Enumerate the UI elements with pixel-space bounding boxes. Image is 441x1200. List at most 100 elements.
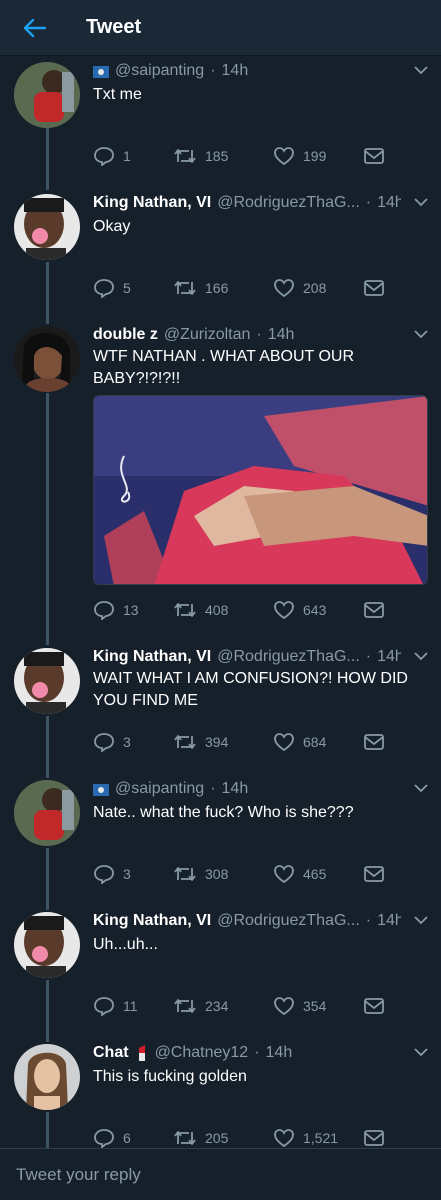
tweet-handle[interactable]: @Chatney12 (155, 1044, 249, 1062)
tweet-handle[interactable]: @RodriguezThaG... (217, 648, 360, 666)
tweet-text: Okay (93, 218, 131, 235)
tweet-author-name[interactable]: double z (93, 326, 158, 344)
reply-icon (94, 601, 114, 620)
tweet[interactable]: King Nathan, VI @RodriguezThaG... · 14h … (0, 192, 441, 317)
reply-button[interactable]: 11 (93, 996, 138, 1016)
tweet-text: Txt me (93, 86, 142, 103)
tweet[interactable]: King Nathan, VI @RodriguezThaG... · 14h … (0, 646, 441, 774)
like-button[interactable]: 684 (273, 732, 326, 752)
dm-button[interactable] (363, 147, 385, 165)
reply-count: 13 (123, 602, 139, 618)
retweet-count: 408 (205, 602, 229, 618)
flag-icon (93, 783, 109, 796)
retweet-button[interactable]: 166 (173, 279, 228, 297)
like-button[interactable]: 208 (273, 278, 326, 298)
retweet-button[interactable]: 308 (173, 865, 228, 883)
tweet[interactable]: Chat @Chatney12 · 14h This is fucking go… (0, 1042, 441, 1148)
tweet-photo[interactable] (93, 395, 428, 585)
dm-button[interactable] (363, 997, 385, 1015)
avatar[interactable] (14, 912, 80, 978)
tweet-author-name[interactable]: King Nathan, VI (93, 912, 211, 930)
heart-icon (274, 601, 294, 620)
tweet-actions: 6 205 1,521 (93, 1126, 393, 1148)
retweet-count: 308 (205, 866, 229, 882)
reply-button[interactable]: 6 (93, 1128, 131, 1148)
dm-button[interactable] (363, 865, 385, 883)
chevron-down-icon[interactable] (413, 64, 429, 76)
like-button[interactable]: 354 (273, 996, 326, 1016)
retweet-button[interactable]: 234 (173, 997, 228, 1015)
reply-icon (94, 147, 114, 166)
tweet[interactable]: @saipanting · 14h Txt me 1 185 199 (0, 60, 441, 185)
tweet[interactable]: @saipanting · 14h Nate.. what the fuck? … (0, 778, 441, 906)
like-count: 354 (303, 998, 327, 1014)
avatar[interactable] (14, 648, 80, 714)
retweet-button[interactable]: 185 (173, 147, 228, 165)
tweet-actions: 13 408 643 (93, 598, 393, 622)
envelope-icon (364, 734, 384, 750)
tweet-author-name[interactable]: Chat (93, 1044, 129, 1062)
avatar[interactable] (14, 326, 80, 392)
chevron-down-icon[interactable] (413, 1046, 429, 1058)
reply-count: 6 (123, 1130, 131, 1146)
arrow-left-icon (23, 18, 47, 37)
avatar[interactable] (14, 780, 80, 846)
page-title: Tweet (86, 16, 142, 38)
reply-button[interactable]: 3 (93, 864, 131, 884)
retweet-count: 166 (205, 280, 229, 296)
like-count: 684 (303, 734, 327, 750)
like-button[interactable]: 643 (273, 600, 326, 620)
chevron-down-icon[interactable] (413, 650, 429, 662)
reply-icon (94, 1129, 114, 1148)
like-count: 1,521 (303, 1130, 339, 1146)
reply-button[interactable]: 5 (93, 278, 131, 298)
avatar[interactable] (14, 62, 80, 128)
tweet[interactable]: King Nathan, VI @RodriguezThaG... · 14h … (0, 910, 441, 1038)
tweet-actions: 5 166 208 (93, 276, 393, 300)
tweet-handle[interactable]: @RodriguezThaG... (217, 912, 360, 930)
reply-input[interactable] (16, 1164, 396, 1185)
tweet-text: WTF NATHAN . WHAT ABOUT OUR BABY?!?!?!! (93, 348, 355, 387)
tweet-author-name[interactable]: King Nathan, VI (93, 648, 211, 666)
retweet-button[interactable]: 205 (173, 1129, 228, 1147)
dm-button[interactable] (363, 1129, 385, 1147)
like-button[interactable]: 199 (273, 146, 326, 166)
avatar[interactable] (14, 194, 80, 260)
like-button[interactable]: 1,521 (273, 1128, 338, 1148)
tweet-handle[interactable]: @saipanting (115, 780, 204, 798)
chevron-down-icon[interactable] (413, 782, 429, 794)
reply-count: 3 (123, 734, 131, 750)
reply-button[interactable]: 1 (93, 146, 131, 166)
dm-button[interactable] (363, 601, 385, 619)
reply-icon (94, 279, 114, 298)
tweet-author-name[interactable]: King Nathan, VI (93, 194, 211, 212)
envelope-icon (364, 602, 384, 618)
reply-button[interactable]: 13 (93, 600, 139, 620)
retweet-button[interactable]: 394 (173, 733, 228, 751)
tweet-handle[interactable]: @RodriguezThaG... (217, 194, 360, 212)
like-button[interactable]: 465 (273, 864, 326, 884)
chevron-down-icon[interactable] (413, 196, 429, 208)
reply-bar (0, 1148, 441, 1200)
envelope-icon (364, 148, 384, 164)
tweet-handle[interactable]: @Zurizoltan (164, 326, 251, 344)
dm-button[interactable] (363, 279, 385, 297)
avatar[interactable] (14, 1044, 80, 1110)
retweet-button[interactable]: 408 (173, 601, 228, 619)
tweet-time: 14h (377, 194, 401, 211)
tweet-time: 14h (221, 780, 249, 797)
like-count: 465 (303, 866, 327, 882)
reply-button[interactable]: 3 (93, 732, 131, 752)
retweet-count: 185 (205, 148, 229, 164)
dm-button[interactable] (363, 733, 385, 751)
reply-icon (94, 733, 114, 752)
back-button[interactable] (16, 9, 54, 47)
chevron-down-icon[interactable] (413, 914, 429, 926)
retweet-icon (174, 149, 196, 163)
heart-icon (274, 733, 294, 752)
tweet-handle[interactable]: @saipanting (115, 62, 204, 80)
top-bar: Tweet (0, 0, 441, 56)
heart-icon (274, 279, 294, 298)
tweet[interactable]: double z @Zurizoltan · 14h WTF NATHAN . … (0, 324, 441, 640)
chevron-down-icon[interactable] (413, 328, 429, 340)
